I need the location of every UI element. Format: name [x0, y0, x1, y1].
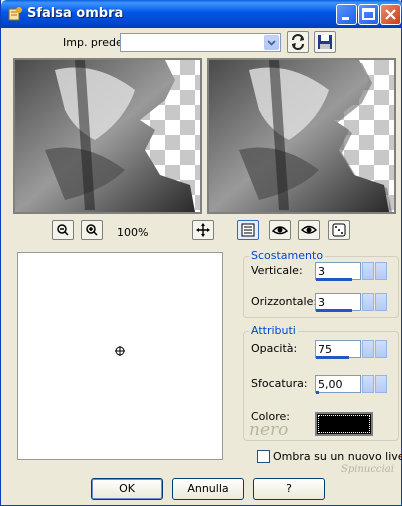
up-down-arrows-icon[interactable]: [362, 340, 374, 358]
chevron-down-icon[interactable]: [375, 293, 387, 311]
close-button[interactable]: [380, 4, 401, 25]
minimize-icon: [342, 17, 349, 20]
crosshair-icon[interactable]: [114, 345, 128, 359]
vertical-slider[interactable]: [316, 278, 352, 281]
eye-icon: [300, 225, 318, 234]
shadow-color-swatch[interactable]: [315, 412, 373, 436]
zoom-out-icon: [57, 224, 69, 236]
signature-watermark: Spinucciai: [341, 464, 394, 475]
dice-icon: [332, 223, 346, 237]
offset-canvas[interactable]: [17, 252, 223, 460]
shadow-figure-image: [209, 60, 392, 212]
ok-button[interactable]: OK: [91, 478, 163, 500]
blur-slider[interactable]: [316, 391, 319, 394]
app-icon: [8, 7, 22, 21]
vertical-spinner[interactable]: 3: [315, 262, 387, 282]
original-figure-image: [15, 60, 195, 212]
zoom-in-icon: [86, 224, 98, 236]
cancel-button[interactable]: Annulla: [172, 478, 244, 500]
blur-input[interactable]: 5,00: [315, 375, 361, 393]
new-layer-label: Ombra su un nuovo livello: [273, 450, 402, 463]
chevron-down-icon[interactable]: [375, 340, 387, 358]
auto-proof-button[interactable]: [298, 220, 320, 240]
move-icon: [196, 223, 210, 237]
save-icon: [318, 35, 332, 49]
opacity-label: Opacità:: [251, 342, 298, 355]
randomize-button[interactable]: [328, 220, 350, 240]
dialog-window: Sfalsa ombra Imp. predef.: 100% Scostame…: [0, 0, 402, 506]
up-down-arrows-icon[interactable]: [362, 293, 374, 311]
blur-label: Sfocatura:: [251, 377, 308, 390]
layers-panel-icon: [241, 223, 255, 237]
up-down-arrows-icon[interactable]: [362, 375, 374, 393]
preset-select[interactable]: [120, 33, 281, 52]
offset-legend: Scostamento: [249, 249, 326, 262]
pan-button[interactable]: [192, 220, 214, 240]
zoom-level: 100%: [117, 226, 149, 239]
new-layer-checkbox[interactable]: [257, 450, 270, 463]
attributes-legend: Attributi: [249, 324, 298, 337]
title-bar[interactable]: Sfalsa ombra: [1, 0, 402, 28]
horizontal-label: Orizzontale:: [251, 295, 318, 308]
original-preview[interactable]: [13, 58, 202, 214]
maximize-button[interactable]: [358, 4, 379, 25]
maximize-icon: [362, 8, 375, 20]
zoom-out-button[interactable]: [52, 220, 74, 240]
vertical-label: Verticale:: [251, 264, 303, 277]
horizontal-slider[interactable]: [316, 309, 352, 312]
blur-spinner[interactable]: 5,00: [315, 375, 387, 395]
proof-button[interactable]: [269, 220, 291, 240]
nero-watermark: nero: [249, 420, 289, 440]
zoom-in-button[interactable]: [81, 220, 103, 240]
chevron-down-icon[interactable]: [375, 375, 387, 393]
result-preview: [207, 58, 396, 214]
chevron-down-icon[interactable]: [375, 262, 387, 280]
opacity-slider[interactable]: [316, 356, 349, 359]
up-down-arrows-icon[interactable]: [362, 262, 374, 280]
help-button[interactable]: ?: [253, 478, 325, 500]
reset-arrows-icon: [292, 34, 304, 50]
window-title: Sfalsa ombra: [27, 6, 124, 21]
preview-toggle-button[interactable]: [237, 220, 259, 240]
reset-preset-button[interactable]: [287, 31, 309, 53]
close-icon: [385, 9, 396, 20]
chevron-down-icon[interactable]: [264, 35, 279, 50]
horizontal-spinner[interactable]: 3: [315, 293, 387, 313]
eye-dropper-icon: [271, 226, 289, 235]
save-preset-button[interactable]: [314, 31, 336, 53]
minimize-button[interactable]: [336, 4, 357, 25]
opacity-spinner[interactable]: 75: [315, 340, 387, 360]
